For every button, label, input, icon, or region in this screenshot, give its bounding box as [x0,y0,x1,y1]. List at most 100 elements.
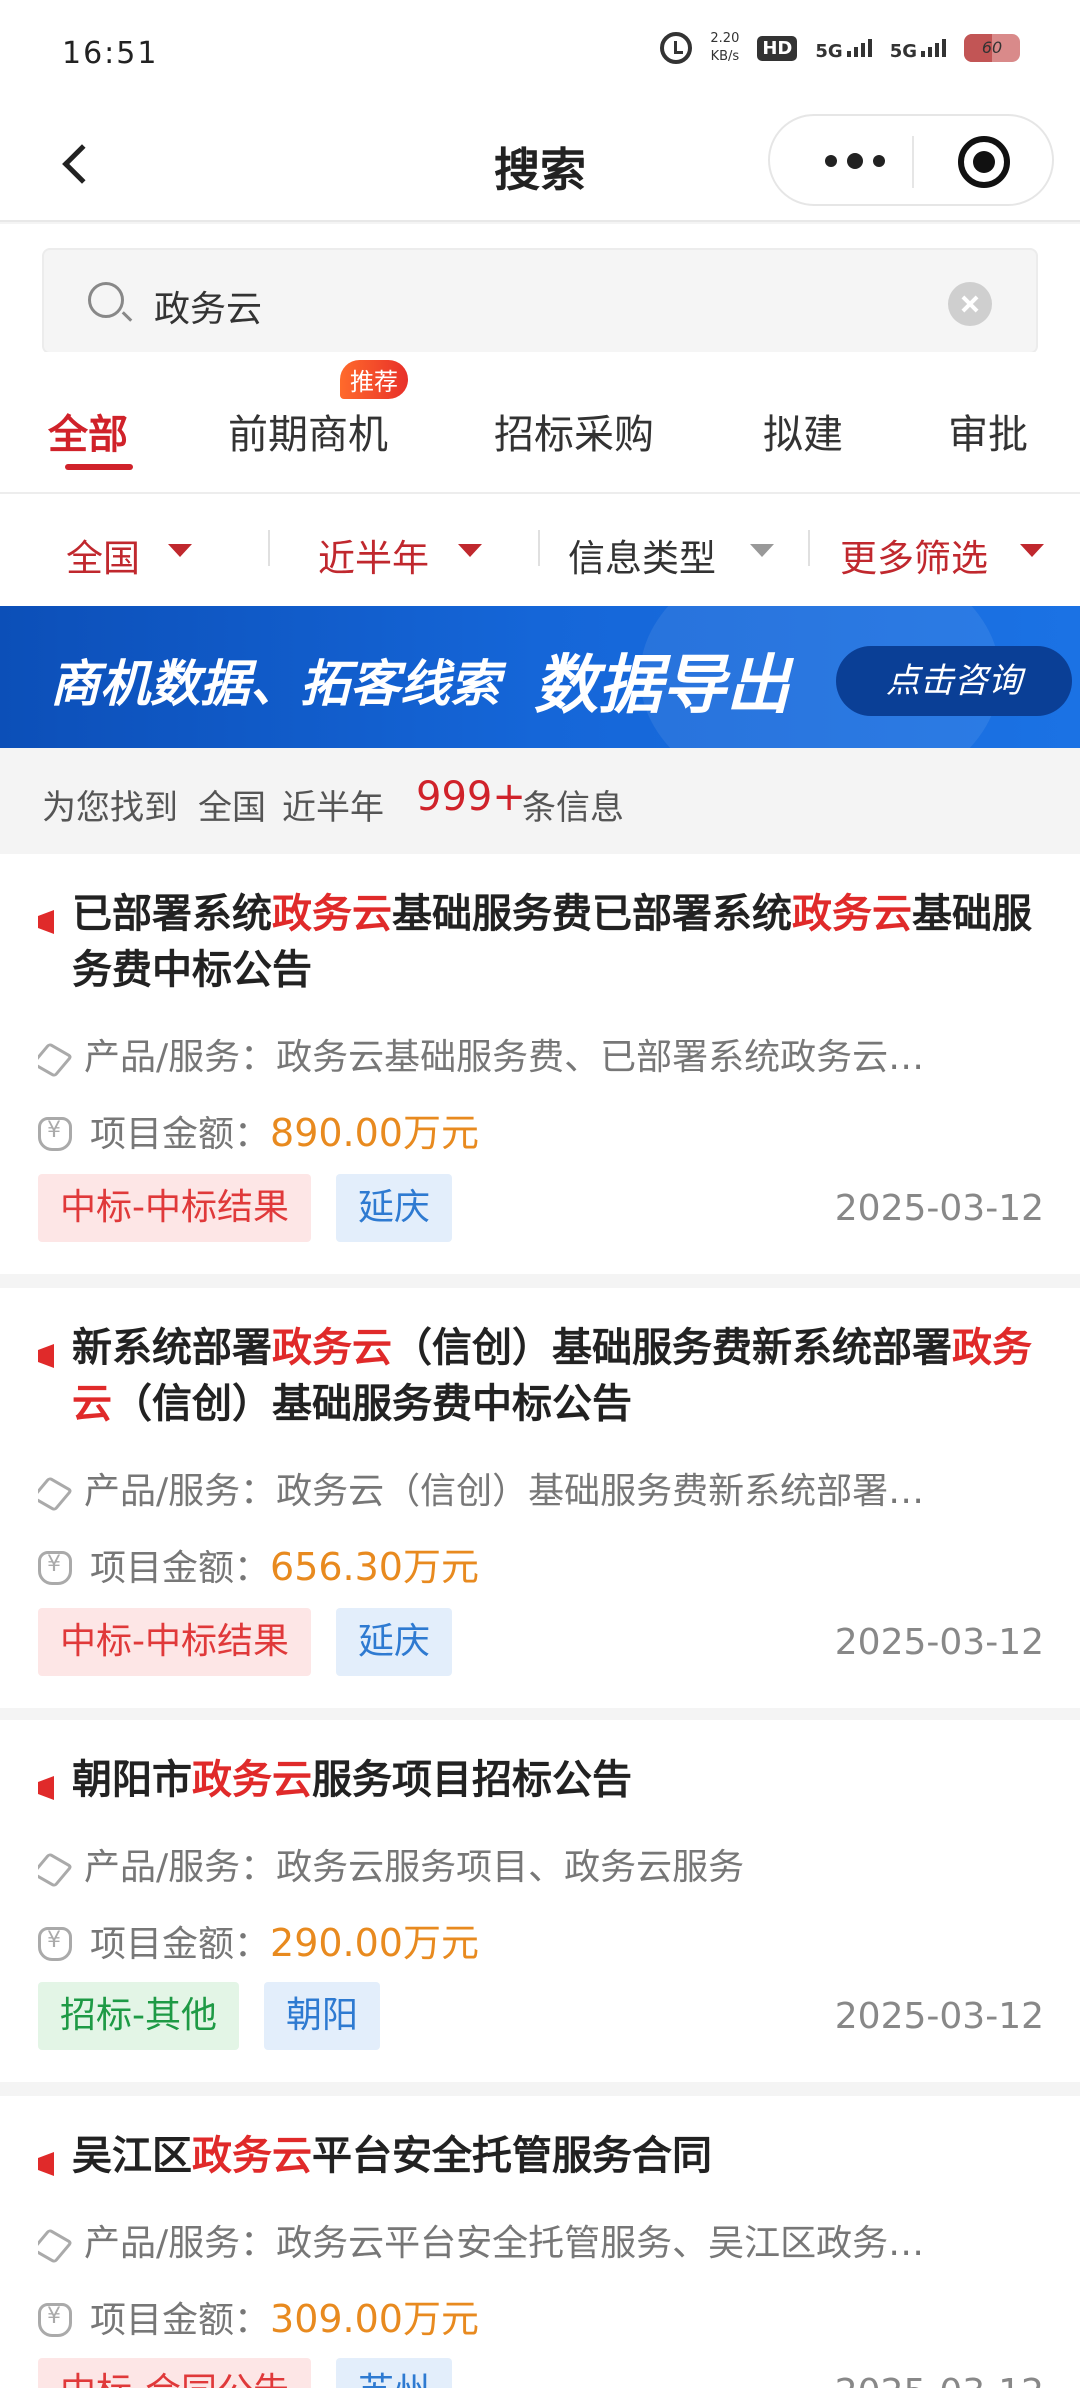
filter-bar: 全国 近半年 信息类型 更多筛选 [0,494,1080,606]
summary-region: 全国 [198,788,266,828]
dot-icon [847,153,863,169]
capsule-divider [912,136,914,188]
product-row: 产品/服务：政务云平台安全托管服务、吴江区政务… [38,2214,1038,2266]
amount-row: 项目金额：656.30万元 [38,1536,1038,1591]
network-speed-value: 2.20 [710,31,740,46]
amount-row: 项目金额：309.00万元 [38,2288,1038,2343]
search-input[interactable]: 政务云 [42,248,1038,354]
region-tag[interactable]: 朝阳 [264,1982,381,2050]
dot-icon [873,155,885,167]
cube-icon [38,1476,74,1512]
signal-icon-2: 5G [890,35,946,62]
search-area: 政务云 [0,224,1080,354]
network-speed: 2.20 KB/s [710,30,739,66]
summary-prefix: 为您找到 [42,788,178,828]
tab-early-opportunities[interactable]: 前期商机 [228,402,388,460]
product-value: 政务云平台安全托管服务、吴江区政务… [276,2223,925,2264]
money-bag-icon [38,2303,72,2337]
product-label: 产品/服务： [84,2223,277,2264]
filter-divider [808,530,810,566]
signal-label-2: 5G [889,40,917,62]
summary-period: 近半年 [282,788,384,828]
status-time: 16:51 [62,36,159,71]
amount-value: 890.00万元 [270,1111,479,1155]
cube-icon [38,1042,74,1078]
result-count: 999+ [416,774,526,820]
network-speed-unit: KB/s [710,49,740,64]
more-button[interactable] [810,138,900,184]
cube-icon [38,2228,74,2264]
category-tabs: 全部 前期商机 推荐 招标采购 拟建 审批 [0,352,1080,494]
filter-info-type[interactable]: 信息类型 [568,528,716,582]
filter-period[interactable]: 近半年 [318,528,429,582]
consult-button[interactable]: 点击咨询 [836,646,1072,716]
region-tag[interactable]: 延庆 [336,1174,453,1242]
flag-icon [38,910,54,934]
tab-tender-procurement[interactable]: 招标采购 [494,402,654,460]
result-title: 已部署系统政务云基础服务费已部署系统政务云基础服务费中标公告 [72,891,1032,993]
search-query: 政务云 [154,289,263,330]
filter-more[interactable]: 更多筛选 [840,528,988,582]
summary-suffix: 条信息 [522,788,624,828]
cube-icon [38,1852,74,1888]
battery-level: 60 [981,38,1003,57]
status-tag[interactable]: 招标-其他 [38,1982,239,2050]
amount-value: 309.00万元 [270,2297,479,2341]
amount-label: 项目金额： [90,1924,271,1965]
amount-label: 项目金额： [90,1548,271,1589]
dot-icon [825,155,837,167]
publish-date: 2025-03-12 [834,1622,1044,1663]
tab-approval[interactable]: 审批 [948,402,1028,460]
status-tag[interactable]: 中标-中标结果 [38,1608,311,1676]
product-label: 产品/服务： [84,1037,277,1078]
result-card[interactable]: 已部署系统政务云基础服务费已部署系统政务云基础服务费中标公告 产品/服务：政务云… [0,854,1080,1274]
filter-divider [538,530,540,566]
result-card[interactable]: 新系统部署政务云（信创）基础服务费新系统部署政务云（信创）基础服务费中标公告 产… [0,1288,1080,1708]
result-card[interactable]: 朝阳市政务云服务项目招标公告 产品/服务：政务云服务项目、政务云服务 项目金额：… [0,1720,1080,2082]
product-row: 产品/服务：政务云基础服务费、已部署系统政务云… [38,1028,1038,1080]
amount-row: 项目金额：290.00万元 [38,1912,1038,1967]
product-label: 产品/服务： [84,1471,277,1512]
product-value: 政务云服务项目、政务云服务 [276,1847,745,1888]
signal-label-1: 5G [815,40,843,62]
battery-icon: 60 [964,34,1020,62]
product-label: 产品/服务： [84,1847,277,1888]
result-summary: 为您找到 全国 近半年 999+ 条信息 [0,748,1080,854]
tab-proposed[interactable]: 拟建 [763,402,843,460]
amount-row: 项目金额：890.00万元 [38,1102,1038,1157]
nav-bar: 搜索 [0,110,1080,222]
amount-value: 656.30万元 [270,1545,479,1589]
status-tag[interactable]: 中标-合同公告 [38,2358,311,2388]
clear-search-icon[interactable] [948,282,992,326]
publish-date: 2025-03-12 [834,1996,1044,2037]
result-title: 吴江区政务云平台安全托管服务合同 [72,2133,712,2179]
caret-down-icon [1020,544,1044,557]
product-row: 产品/服务：政务云服务项目、政务云服务 [38,1838,1038,1890]
tab-all[interactable]: 全部 [48,402,128,460]
caret-down-icon [168,544,192,557]
hd-icon: HD [757,35,798,61]
alarm-icon [660,32,693,64]
status-tag[interactable]: 中标-中标结果 [38,1174,311,1242]
product-row: 产品/服务：政务云（信创）基础服务费新系统部署… [38,1462,1038,1514]
flag-icon [38,2152,54,2176]
product-value: 政务云（信创）基础服务费新系统部署… [276,1471,925,1512]
filter-region[interactable]: 全国 [66,528,140,582]
amount-label: 项目金额： [90,2300,271,2341]
region-tag[interactable]: 延庆 [336,1608,453,1676]
money-bag-icon [38,1927,72,1961]
result-title: 朝阳市政务云服务项目招标公告 [72,1757,632,1803]
status-icons: 2.20 KB/s HD 5G 5G 60 [660,30,1020,66]
export-banner[interactable]: 商机数据、拓客线索 数据导出 点击咨询 [0,606,1080,748]
region-tag[interactable]: 苏州 [336,2358,453,2388]
product-value: 政务云基础服务费、已部署系统政务云… [276,1037,925,1078]
close-miniprogram-button[interactable] [958,136,1010,188]
caret-down-icon [458,544,482,557]
amount-label: 项目金额： [90,1114,271,1155]
money-bag-icon [38,1551,72,1585]
flag-icon [38,1344,54,1368]
status-bar: 16:51 2.20 KB/s HD 5G 5G 60 [0,0,1080,110]
result-card[interactable]: 吴江区政务云平台安全托管服务合同 产品/服务：政务云平台安全托管服务、吴江区政务… [0,2096,1080,2388]
publish-date: 2025-03-12 [834,1188,1044,1229]
active-tab-indicator [65,464,133,470]
